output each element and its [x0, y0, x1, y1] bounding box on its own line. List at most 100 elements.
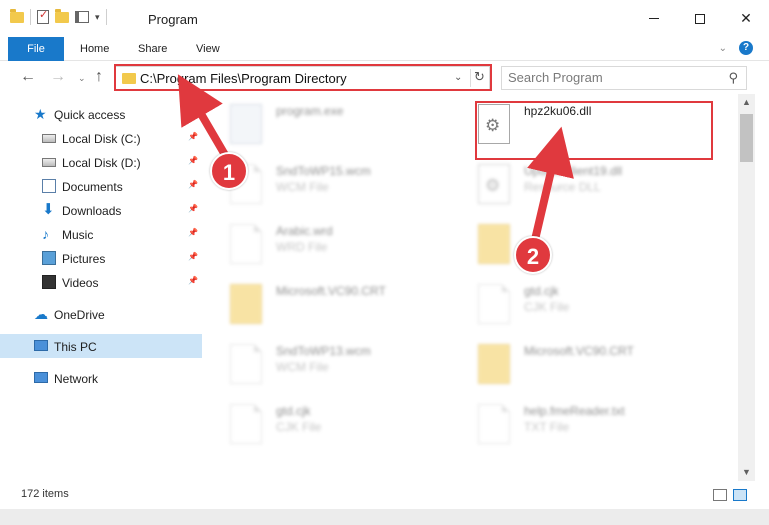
drive-icon [42, 158, 56, 167]
file-type: WCM File [276, 360, 329, 374]
search-box[interactable]: ⚲ [501, 66, 747, 90]
file-name: program.exe [276, 104, 344, 118]
scrollbar-thumb[interactable] [740, 114, 753, 162]
details-view-icon[interactable] [713, 489, 727, 501]
search-input[interactable] [508, 70, 708, 85]
file-item[interactable]: SndToWP13.wcm WCM File [210, 338, 460, 390]
status-bar: 172 items [0, 481, 769, 509]
sidebar-item-label: OneDrive [54, 308, 105, 322]
pin-icon[interactable]: 📌 [188, 204, 198, 213]
sidebar-item[interactable]: Network [0, 366, 202, 390]
document-icon [230, 344, 262, 384]
pictures-icon [42, 251, 56, 265]
file-item[interactable]: gtd.cjk CJK File [458, 278, 708, 330]
sidebar-item-label: Documents [62, 180, 123, 194]
step-2-badge: 2 [514, 236, 552, 274]
file-item[interactable]: program.exe [210, 98, 460, 150]
tab-view[interactable]: View [196, 37, 220, 61]
pin-icon[interactable]: 📌 [188, 156, 198, 165]
gear-icon: ⚙ [485, 176, 501, 195]
sidebar-item-label: Pictures [62, 252, 106, 266]
sidebar-item[interactable]: ⬇ Downloads 📌 [0, 198, 202, 222]
file-type: CJK File [524, 300, 570, 314]
documents-icon [42, 179, 56, 193]
pin-icon[interactable]: 📌 [188, 252, 198, 261]
folder-icon [10, 8, 24, 23]
customize-toolbar-icon[interactable]: ▾ [95, 12, 100, 23]
file-name: Microsoft.VC90.CRT [276, 284, 386, 298]
view-options-icon[interactable] [75, 11, 89, 23]
properties-icon[interactable] [37, 8, 49, 24]
back-button[interactable]: ← [20, 68, 36, 86]
sidebar-item-label: Local Disk (D:) [62, 156, 141, 170]
recent-locations-icon[interactable]: ⌄ [78, 73, 86, 84]
window-title: Program [148, 12, 198, 27]
up-button[interactable]: ↑ [95, 68, 103, 86]
sidebar-item[interactable]: ☁ OneDrive [0, 302, 202, 326]
file-item[interactable]: help.fmeReader.txt TXT File [458, 398, 708, 450]
search-icon[interactable]: ⚲ [728, 70, 738, 86]
tab-file[interactable]: File [8, 37, 64, 61]
file-name: SndToWP13.wcm [276, 344, 371, 358]
sidebar-item-label: Quick access [54, 108, 126, 122]
sidebar-item[interactable]: ★ Quick access [0, 102, 202, 126]
file-item[interactable]: Microsoft.VC90.CRT [210, 278, 460, 330]
sidebar-item[interactable]: ♪ Music 📌 [0, 222, 202, 246]
title-bar: ▾ Program ✕ [0, 0, 769, 37]
sidebar-item[interactable]: Documents 📌 [0, 174, 202, 198]
large-icons-view-icon[interactable] [733, 489, 747, 501]
help-icon[interactable]: ? [739, 41, 753, 55]
sidebar-item-label: Local Disk (C:) [62, 132, 141, 146]
file-name: gtd.cjk [276, 404, 311, 418]
address-highlight-box [114, 64, 492, 91]
minimize-button[interactable] [631, 0, 677, 37]
file-item[interactable] [458, 218, 708, 270]
file-item[interactable]: ⚙ UpdateClient19.dll Resource DLL [458, 158, 708, 210]
sidebar-item[interactable]: This PC [0, 334, 202, 358]
sidebar-item-label: Downloads [62, 204, 122, 218]
forward-button[interactable]: → [50, 68, 66, 86]
star-icon: ★ [34, 106, 47, 122]
file-type: CJK File [276, 420, 322, 434]
network-icon [34, 372, 48, 383]
vertical-scrollbar[interactable]: ▲ ▼ [738, 94, 755, 481]
file-name: Microsoft.VC90.CRT [524, 344, 634, 358]
cloud-icon: ☁ [34, 306, 48, 322]
bottom-border [0, 509, 769, 525]
document-icon [478, 404, 510, 444]
scroll-up-icon[interactable]: ▲ [738, 94, 755, 111]
step-1-badge: 1 [210, 152, 248, 190]
pin-icon[interactable]: 📌 [188, 132, 198, 141]
sidebar-item-label: Music [62, 228, 94, 242]
file-type: Resource DLL [524, 180, 601, 194]
sidebar-item[interactable]: Local Disk (D:) 📌 [0, 150, 202, 174]
sidebar-item[interactable]: Local Disk (C:) 📌 [0, 126, 202, 150]
maximize-button[interactable] [677, 0, 723, 37]
tab-share[interactable]: Share [138, 37, 167, 61]
file-item[interactable]: gtd.cjk CJK File [210, 398, 460, 450]
file-item[interactable]: Arabic.wrd WRD File [210, 218, 460, 270]
tab-home[interactable]: Home [80, 37, 109, 61]
close-button[interactable]: ✕ [723, 0, 769, 37]
sidebar-item[interactable]: Pictures 📌 [0, 246, 202, 270]
file-highlight-box [475, 101, 713, 160]
download-icon: ⬇ [42, 201, 55, 218]
expand-ribbon-icon[interactable]: ⌄ [719, 43, 727, 54]
folder-icon [478, 344, 510, 384]
pin-icon[interactable]: 📌 [188, 228, 198, 237]
pin-icon[interactable]: 📌 [188, 276, 198, 285]
sidebar-item-label: Network [54, 372, 99, 386]
new-folder-icon[interactable] [55, 8, 69, 23]
item-count: 172 items [21, 488, 69, 500]
file-item[interactable]: Microsoft.VC90.CRT [458, 338, 708, 390]
dll-gear-icon: ⚙ [478, 164, 510, 204]
pin-icon[interactable]: 📌 [188, 180, 198, 189]
file-type: WCM File [276, 180, 329, 194]
file-name: SndToWP15.wcm [276, 164, 371, 178]
sidebar-item[interactable]: Videos 📌 [0, 270, 202, 294]
document-icon [230, 404, 262, 444]
divider [105, 9, 107, 25]
document-icon [478, 284, 510, 324]
scroll-down-icon[interactable]: ▼ [738, 464, 755, 481]
folder-icon [230, 284, 262, 324]
